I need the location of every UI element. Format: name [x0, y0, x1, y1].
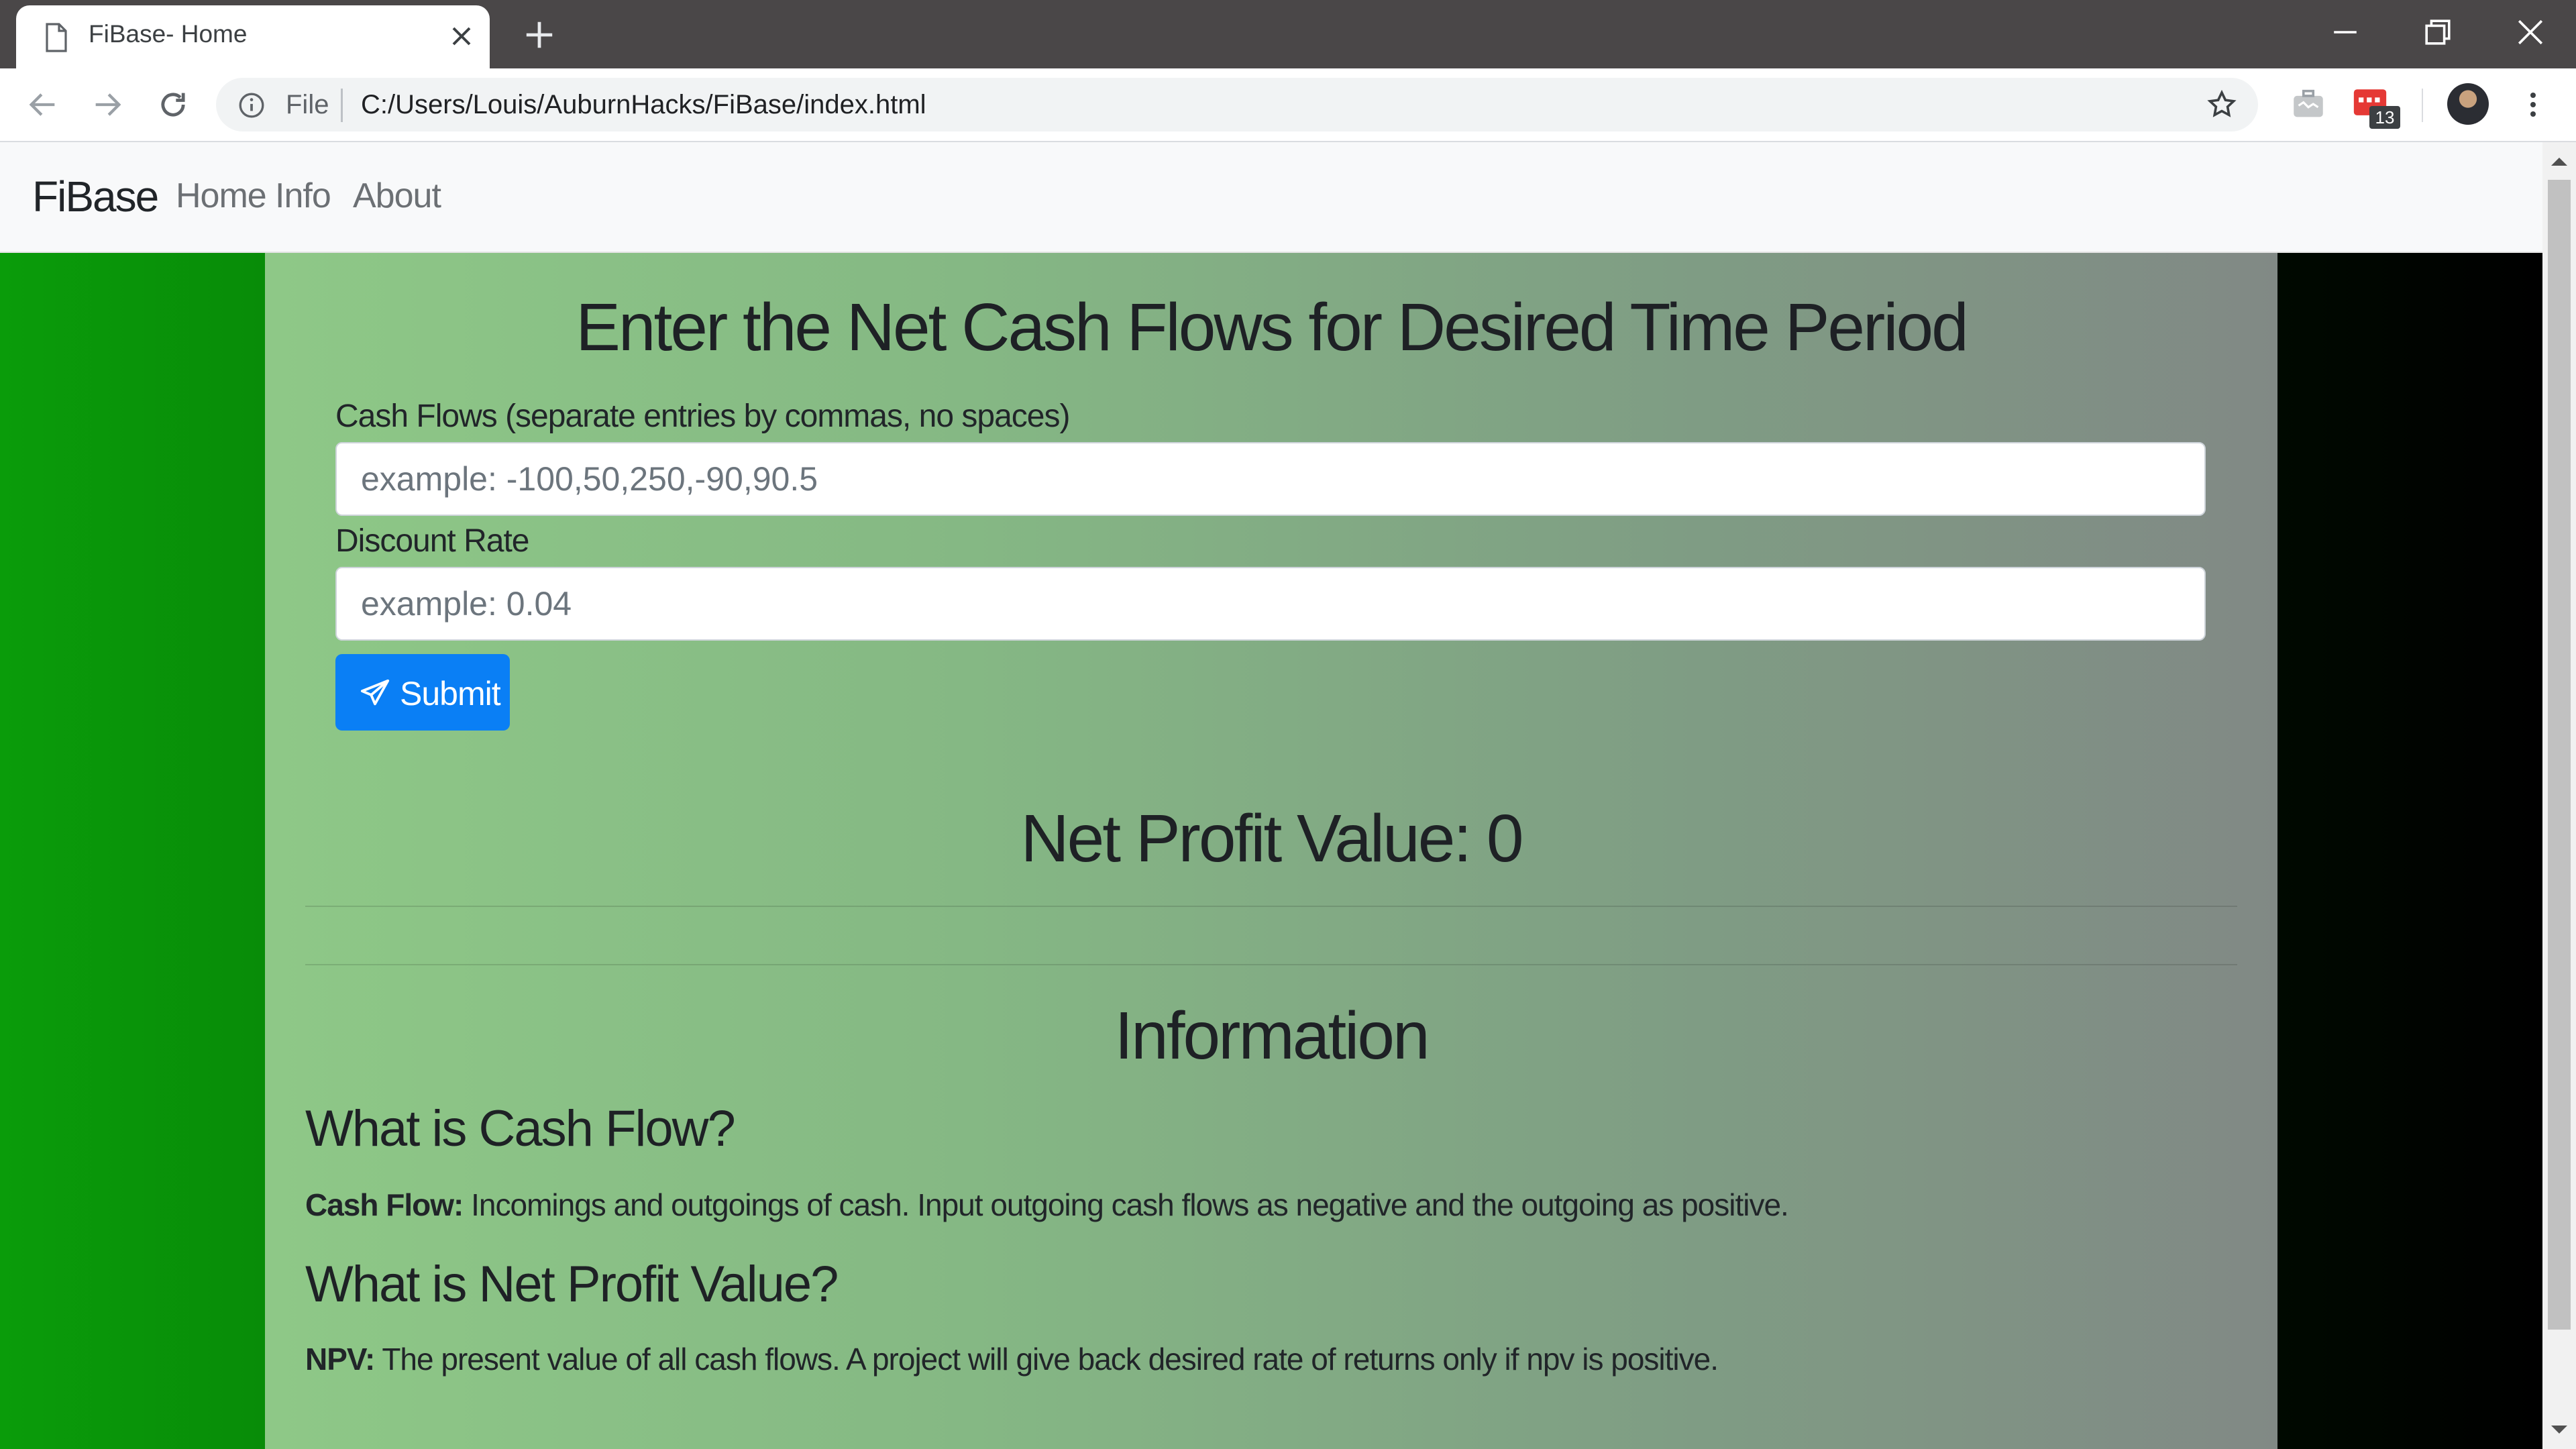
scroll-thumb[interactable]	[2548, 180, 2571, 1330]
nav-link-about[interactable]: About	[353, 176, 441, 216]
browser-toolbar: File C:/Users/Louis/AuburnHacks/FiBase/i…	[0, 68, 2576, 142]
close-window-icon[interactable]	[2514, 16, 2546, 48]
divider-top	[305, 906, 2237, 907]
tab-title: FiBase- Home	[89, 20, 248, 48]
cash-flows-input[interactable]	[335, 442, 2206, 516]
submit-button[interactable]: Submit	[335, 654, 510, 731]
discount-rate-label: Discount Rate	[335, 523, 529, 559]
nav-link-home[interactable]: Home	[176, 176, 267, 216]
page-viewport: FiBase Home Info About Enter the Net Cas…	[0, 142, 2542, 1449]
omnibox-divider	[341, 89, 343, 122]
cash-flows-label: Cash Flows (separate entries by commas, …	[335, 398, 1070, 434]
scroll-up-icon[interactable]	[2549, 152, 2569, 172]
url-text[interactable]: C:/Users/Louis/AuburnHacks/FiBase/index.…	[361, 90, 926, 120]
toolbar-divider	[2422, 89, 2423, 122]
new-tab-icon[interactable]	[523, 19, 555, 51]
scroll-down-icon[interactable]	[2549, 1419, 2569, 1440]
nav-link-info[interactable]: Info	[275, 176, 331, 216]
info-icon[interactable]	[237, 91, 266, 119]
profile-avatar[interactable]	[2447, 83, 2489, 125]
extension-badge: 13	[2369, 106, 2400, 129]
submit-label: Submit	[400, 675, 501, 712]
form-title: Enter the Net Cash Flows for Desired Tim…	[576, 290, 1969, 365]
main-container: Enter the Net Cash Flows for Desired Tim…	[265, 253, 2277, 1449]
paper-plane-icon	[360, 679, 390, 706]
brand-logo[interactable]: FiBase	[32, 172, 159, 221]
page-scrollbar[interactable]	[2542, 142, 2576, 1449]
address-bar[interactable]: File C:/Users/Louis/AuburnHacks/FiBase/i…	[216, 78, 2258, 131]
reload-icon[interactable]	[156, 87, 191, 122]
back-icon[interactable]	[25, 87, 60, 122]
minimize-icon[interactable]	[2329, 16, 2361, 48]
tab-close-icon[interactable]	[448, 23, 475, 50]
bookmark-star-icon[interactable]	[2206, 89, 2238, 121]
restore-icon[interactable]	[2422, 16, 2454, 48]
forward-icon[interactable]	[90, 87, 125, 122]
menu-dots-icon[interactable]	[2517, 89, 2549, 121]
site-navbar: FiBase Home Info About	[0, 142, 2542, 253]
page-icon	[46, 23, 67, 52]
discount-rate-input[interactable]	[335, 567, 2206, 641]
extension-briefcase-icon[interactable]	[2289, 85, 2328, 123]
scheme-label: File	[286, 90, 329, 119]
browser-tabstrip: FiBase- Home	[0, 0, 2576, 68]
browser-tab[interactable]: FiBase- Home	[16, 5, 490, 68]
